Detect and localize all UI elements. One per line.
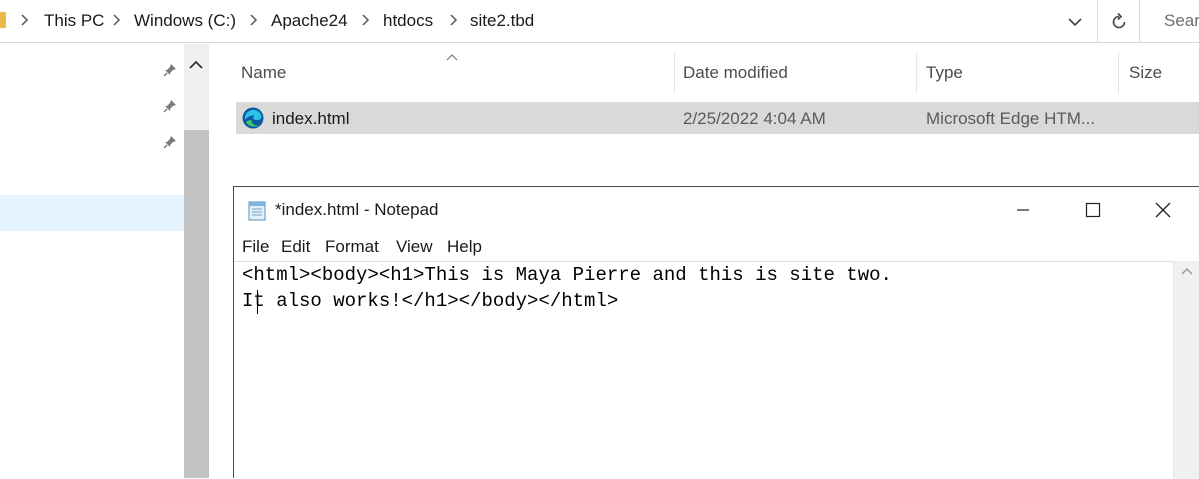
text-line: <html><body><h1>This is Maya Pierre and … [242,264,892,286]
breadcrumb-apache24[interactable]: Apache24 [271,11,348,31]
refresh-icon [1112,12,1125,28]
maximize-icon [1085,202,1101,218]
notepad-menu-bar: File Edit Format View Help [234,233,1199,261]
chevron-down-icon [1068,17,1082,26]
file-row[interactable]: index.html 2/25/2022 4:04 AM Microsoft E… [236,102,1199,134]
column-divider[interactable] [1118,52,1119,94]
pin-icon[interactable] [162,134,178,150]
text-line: It also works!</h1></body></html> [242,290,619,312]
minimize-icon [1017,209,1029,211]
chevron-right-icon[interactable] [361,11,371,29]
column-header-size[interactable]: Size [1129,63,1162,83]
edge-icon [242,107,264,129]
address-bar[interactable]: This PC Windows (C:) Apache24 htdocs sit… [0,0,1199,43]
chevron-right-icon[interactable] [112,11,122,29]
file-name[interactable]: index.html [272,109,349,129]
notepad-vertical-scrollbar[interactable] [1173,261,1199,479]
column-header-name[interactable]: Name [241,63,286,83]
menu-help[interactable]: Help [447,237,482,257]
column-header-date-modified[interactable]: Date modified [683,63,788,83]
chevron-right-icon[interactable] [449,11,459,29]
chevron-right-icon[interactable] [249,11,259,29]
pin-icon[interactable] [162,98,178,114]
refresh-button[interactable] [1097,0,1140,43]
column-header-type[interactable]: Type [926,63,963,83]
close-button[interactable] [1128,187,1198,233]
breadcrumb-this-pc[interactable]: This PC [44,11,104,31]
breadcrumb-htdocs[interactable]: htdocs [383,11,433,31]
scroll-up-icon[interactable] [1174,261,1199,281]
file-date-modified: 2/25/2022 4:04 AM [683,109,826,128]
menu-format[interactable]: Format [325,237,379,257]
breadcrumb-site2[interactable]: site2.tbd [470,11,534,31]
nav-selected-item[interactable] [0,195,184,231]
text-caret [257,290,258,314]
menu-file[interactable]: File [242,237,269,257]
folder-icon [0,12,6,28]
minimize-button[interactable] [988,187,1058,233]
search-input[interactable]: Sear [1150,0,1199,43]
notepad-title: *index.html - Notepad [275,200,439,219]
notepad-title-bar[interactable]: *index.html - Notepad [234,187,1199,233]
file-type: Microsoft Edge HTM... [926,109,1096,128]
close-icon [1155,202,1171,218]
notepad-text-area[interactable]: <html><body><h1>This is Maya Pierre and … [234,261,1173,479]
menu-view[interactable]: View [396,237,433,257]
menu-edit[interactable]: Edit [281,237,310,257]
pin-icon[interactable] [162,62,178,78]
column-divider[interactable] [916,52,917,94]
nav-scrollbar-thumb[interactable] [184,130,209,478]
chevron-right-icon[interactable] [20,11,30,29]
breadcrumb-windows-c[interactable]: Windows (C:) [134,11,236,31]
notepad-icon [246,199,268,221]
sort-ascending-icon [445,50,459,68]
scroll-up-icon[interactable] [188,58,204,76]
search-placeholder: Sear [1164,11,1199,30]
navigation-pane[interactable] [0,44,184,478]
maximize-button[interactable] [1058,187,1128,233]
address-dropdown-button[interactable] [1054,0,1096,43]
notepad-window[interactable]: *index.html - Notepad File Edit Format V… [233,186,1199,479]
column-divider[interactable] [674,52,675,94]
